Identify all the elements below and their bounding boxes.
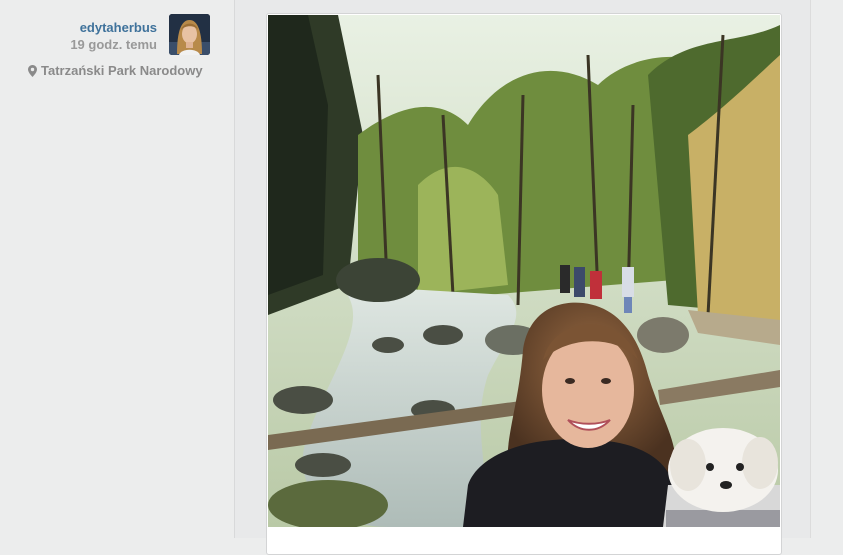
avatar[interactable] — [169, 14, 210, 55]
photo-card — [266, 13, 782, 555]
post-timestamp[interactable]: 19 godz. temu — [70, 37, 157, 52]
username-link[interactable]: edytaherbus — [80, 20, 157, 35]
avatar-image — [169, 14, 210, 55]
post-photo[interactable] — [268, 15, 780, 527]
map-pin-icon — [28, 64, 37, 77]
location-label: Tatrzański Park Narodowy — [41, 63, 203, 78]
location-link[interactable]: Tatrzański Park Narodowy — [28, 63, 203, 78]
post-meta-column: edytaherbus 19 godz. temu Tatrzański Par… — [0, 0, 235, 538]
forest-selfie-photo — [268, 15, 780, 527]
main-column — [235, 0, 810, 555]
right-margin — [810, 0, 843, 538]
